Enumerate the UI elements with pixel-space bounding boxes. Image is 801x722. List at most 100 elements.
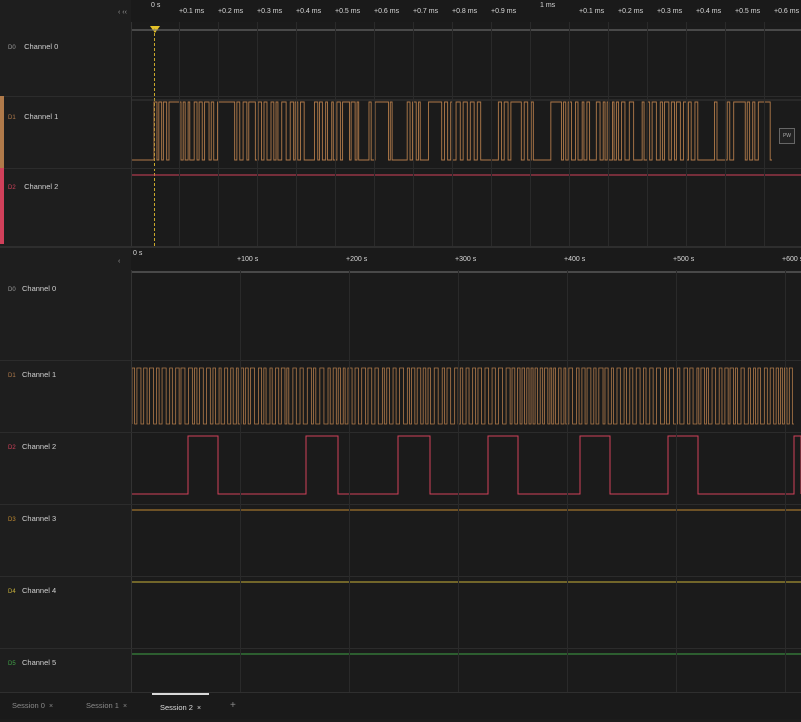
grid-line bbox=[530, 22, 531, 246]
channel-label[interactable]: D3 Channel 3 bbox=[8, 514, 56, 523]
channel-label[interactable]: D2 Channel 2 bbox=[8, 182, 58, 191]
grid-line bbox=[764, 22, 765, 246]
channel-number: D2 bbox=[8, 185, 16, 191]
ruler-tick-label: +0.2 ms bbox=[218, 8, 244, 15]
channel-1-waveform bbox=[132, 99, 801, 161]
channel-4-waveform bbox=[132, 581, 801, 583]
channel-label[interactable]: D0 Channel 0 bbox=[8, 42, 58, 51]
ruler-tick-label: +500 s bbox=[673, 256, 695, 263]
close-icon[interactable]: × bbox=[197, 705, 201, 712]
ruler-tick-label: +600 s bbox=[782, 256, 801, 263]
channel-row[interactable]: D0 Channel 0 bbox=[0, 270, 801, 361]
channel-name: Channel 2 bbox=[22, 442, 57, 451]
channel-name: Channel 0 bbox=[24, 42, 59, 51]
channel-name: Channel 3 bbox=[22, 514, 57, 523]
ruler-tick-label: +400 s bbox=[564, 256, 586, 263]
channel-number: D0 bbox=[8, 45, 16, 51]
channel-label[interactable]: D1 Channel 1 bbox=[8, 370, 56, 379]
ruler-nav-control[interactable]: ‹ ‹‹ bbox=[118, 9, 127, 16]
tab-session-1[interactable]: Session 1 × bbox=[78, 693, 135, 719]
channel-3-waveform bbox=[132, 509, 801, 511]
grid-line bbox=[413, 22, 414, 246]
channel-number: D1 bbox=[8, 373, 16, 379]
ruler-tick-label: +0.2 ms bbox=[618, 8, 644, 15]
channel-row[interactable]: D3 Channel 3 bbox=[0, 504, 801, 577]
grid-line bbox=[785, 270, 786, 692]
close-icon[interactable]: × bbox=[49, 703, 53, 710]
channel-number: D2 bbox=[8, 445, 16, 451]
grid-line bbox=[458, 270, 459, 692]
channel-label[interactable]: D0 Channel 0 bbox=[8, 284, 56, 293]
ruler-tick-label: +0.8 ms bbox=[452, 8, 478, 15]
ruler-start-label: 0 s bbox=[133, 250, 143, 257]
ruler-tick-label: +0.5 ms bbox=[735, 8, 761, 15]
grid-line bbox=[608, 22, 609, 246]
grid-line bbox=[647, 22, 648, 246]
ruler-tick-label: 1 ms bbox=[540, 2, 556, 9]
tab-label: Session 0 bbox=[12, 701, 45, 710]
bottom-time-ruler[interactable]: 0 s +100 s +200 s +300 s +400 s +500 s +600 s bbox=[131, 248, 801, 270]
channel-number: D5 bbox=[8, 661, 16, 667]
ruler-tick-label: +0.9 ms bbox=[491, 8, 517, 15]
tab-session-2[interactable]: Session 2 × bbox=[152, 693, 210, 721]
top-time-ruler[interactable]: 0 s +0.1 ms +0.2 ms +0.3 ms +0.4 ms +0.5 ms +… bbox=[131, 0, 801, 22]
channel-1-waveform bbox=[132, 367, 794, 425]
add-tab-button[interactable]: + bbox=[230, 693, 236, 719]
ruler-tick-label: +0.6 ms bbox=[374, 8, 400, 15]
grid-line bbox=[676, 270, 677, 692]
grid-line bbox=[296, 22, 297, 246]
grid-line bbox=[452, 22, 453, 246]
grid-line bbox=[569, 22, 570, 246]
channel-0-waveform bbox=[132, 29, 801, 31]
bottom-capture-pane: 0 s +100 s +200 s +300 s +400 s +500 s +600 s… bbox=[0, 248, 801, 715]
channel-row[interactable]: D0 Channel 0 bbox=[0, 22, 801, 97]
ruler-tick-label: +0.1 ms bbox=[579, 8, 605, 15]
channel-number: D3 bbox=[8, 517, 16, 523]
channel-row[interactable]: D1 Channel 1 bbox=[0, 360, 801, 433]
grid-line bbox=[335, 22, 336, 246]
grid-line bbox=[179, 22, 180, 246]
ruler-tick-label: +0.6 ms bbox=[774, 8, 800, 15]
channel-label[interactable]: D2 Channel 2 bbox=[8, 442, 56, 451]
channel-name: Channel 0 bbox=[22, 284, 57, 293]
grid-line bbox=[218, 22, 219, 246]
tab-label: Session 2 bbox=[160, 703, 193, 712]
channel-name: Channel 1 bbox=[22, 370, 57, 379]
channel-2-waveform bbox=[132, 435, 801, 495]
channel-2-waveform bbox=[132, 174, 801, 176]
channel-name: Channel 4 bbox=[22, 586, 57, 595]
channel-number: D1 bbox=[8, 115, 16, 121]
channel-label[interactable]: D4 Channel 4 bbox=[8, 586, 56, 595]
ruler-tick-label: +0.7 ms bbox=[413, 8, 439, 15]
channel-row[interactable]: D2 Channel 2 bbox=[0, 168, 801, 244]
ruler-tick-label: +0.3 ms bbox=[257, 8, 283, 15]
channel-color-strip bbox=[0, 22, 4, 96]
channel-row[interactable]: D1 Channel 1 bbox=[0, 96, 801, 169]
channel-color-strip bbox=[0, 168, 4, 244]
channel-label[interactable]: D1 Channel 1 bbox=[8, 112, 58, 121]
channel-row[interactable]: D2 Channel 2 bbox=[0, 432, 801, 505]
grid-line bbox=[257, 22, 258, 246]
channel-number: D4 bbox=[8, 589, 16, 595]
grid-line bbox=[240, 270, 241, 692]
ruler-tick-label: +0.5 ms bbox=[335, 8, 361, 15]
ruler-tick-label: +300 s bbox=[455, 256, 477, 263]
measurement-badge[interactable]: PW bbox=[779, 128, 795, 144]
ruler-tick-label: +200 s bbox=[346, 256, 368, 263]
grid-line bbox=[349, 270, 350, 692]
ruler-nav-control[interactable]: ‹ bbox=[118, 258, 120, 265]
channel-color-strip bbox=[0, 96, 4, 168]
grid-line bbox=[374, 22, 375, 246]
channel-name: Channel 5 bbox=[22, 658, 57, 667]
ruler-tick-label: +0.3 ms bbox=[657, 8, 683, 15]
channel-name: Channel 1 bbox=[24, 112, 59, 121]
channel-label[interactable]: D5 Channel 5 bbox=[8, 658, 56, 667]
close-icon[interactable]: × bbox=[123, 703, 127, 710]
channel-0-waveform bbox=[132, 271, 801, 273]
channel-name: Channel 2 bbox=[24, 182, 59, 191]
channel-row[interactable]: D4 Channel 4 bbox=[0, 576, 801, 649]
grid-line bbox=[491, 22, 492, 246]
ruler-tick-label: +0.4 ms bbox=[296, 8, 322, 15]
tab-session-0[interactable]: Session 0 × bbox=[4, 693, 61, 719]
top-capture-pane: 0 s +0.1 ms +0.2 ms +0.3 ms +0.4 ms +0.5 ms +… bbox=[0, 0, 801, 248]
